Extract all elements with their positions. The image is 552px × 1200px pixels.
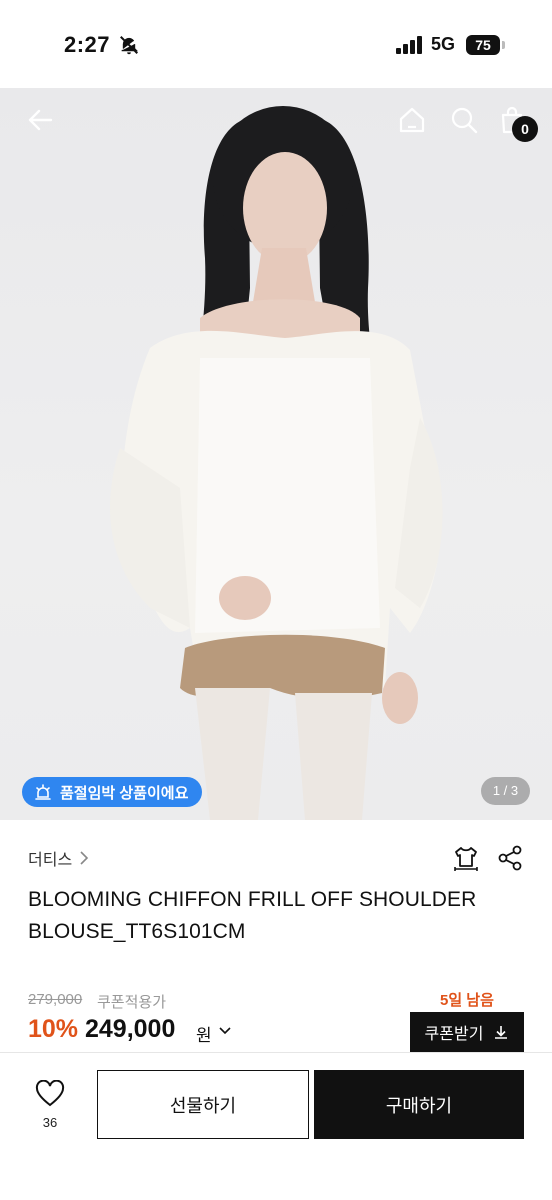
size-guide-icon[interactable] (452, 844, 480, 872)
like-count: 36 (42, 1115, 58, 1130)
home-button[interactable] (394, 102, 430, 138)
soldout-soon-label: 품절임박 상품이에요 (60, 784, 189, 802)
get-coupon-button[interactable]: 쿠폰받기 (410, 1012, 524, 1052)
currency-unit[interactable]: 원 (196, 1021, 212, 1046)
product-actions (452, 844, 524, 872)
get-coupon-label: 쿠폰받기 (424, 1026, 484, 1043)
download-icon (495, 1026, 508, 1039)
search-button[interactable] (446, 102, 482, 138)
product-title: BLOOMING CHIFFON FRILL OFF SHOULDER BLOU… (28, 888, 477, 943)
chevron-right-icon (80, 851, 89, 865)
heart-icon (35, 1079, 65, 1107)
status-time: 2:27 (64, 32, 111, 57)
gift-button[interactable]: 선물하기 (97, 1070, 309, 1139)
product-image-carousel[interactable] (0, 88, 552, 820)
chevron-down-icon[interactable] (218, 1024, 232, 1038)
image-page-indicator: 1 / 3 (481, 777, 530, 805)
network-type: 5G (431, 34, 456, 54)
product-photo (110, 106, 443, 820)
buy-button-label: 구매하기 (385, 1095, 453, 1116)
discount-rate: 10% (28, 1015, 79, 1043)
arrow-left-icon (28, 109, 53, 131)
coupon-price-note: 쿠폰적용가 (97, 994, 167, 1011)
share-icon[interactable] (496, 844, 524, 872)
status-bar: 2:27 5G 75 (0, 0, 552, 88)
signal-icon (396, 36, 422, 54)
original-price: 279,000 (28, 991, 83, 1008)
bell-off-icon (120, 36, 138, 55)
battery-level: 75 (466, 35, 500, 55)
home-icon (399, 107, 425, 133)
buy-button[interactable]: 구매하기 (314, 1070, 524, 1139)
search-icon (451, 107, 478, 134)
siren-icon (35, 784, 51, 800)
cart-count-badge: 0 (512, 116, 538, 142)
soldout-soon-badge: 품절임박 상품이에요 (22, 777, 203, 807)
days-left-label: 5일 남음 (440, 992, 494, 1009)
back-button[interactable] (22, 102, 58, 138)
brand-link[interactable]: 더티스 (28, 846, 90, 870)
like-button[interactable]: 36 (30, 1079, 70, 1134)
gift-button-label: 선물하기 (169, 1095, 237, 1116)
brand-name: 더티스 (28, 852, 73, 869)
sale-price: 249,000 (85, 1015, 176, 1043)
battery-tip (502, 41, 505, 49)
